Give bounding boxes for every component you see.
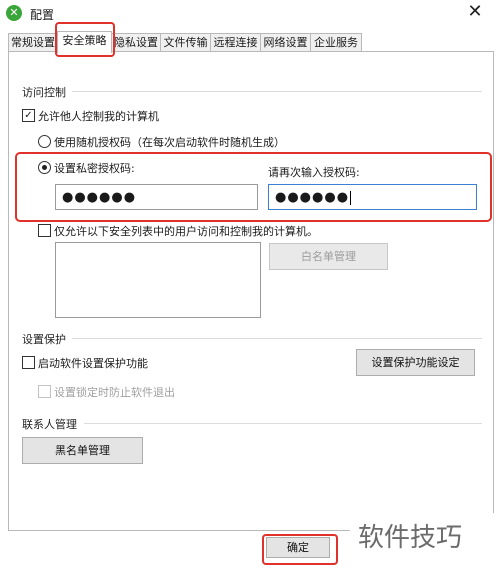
tab-highlight-box [55,22,115,57]
whitelist-only-label: 仅允许以下安全列表中的用户访问和控制我的计算机。 [54,225,318,238]
protection-enable-checkbox[interactable] [22,356,35,369]
contacts-title: 联系人管理 [22,418,77,431]
tab-remote-connection[interactable]: 远程连接 [210,33,261,52]
protection-enable-label: 启动软件设置保护功能 [38,357,148,370]
group-divider [84,423,482,424]
password-highlight-box [15,152,492,222]
group-divider [72,91,482,92]
allow-control-label: 允许他人控制我的计算机 [38,110,159,123]
tab-network[interactable]: 网络设置 [260,33,311,52]
whitelist-only-checkbox[interactable] [38,224,51,237]
blacklist-manage-button[interactable]: 黑名单管理 [22,437,143,464]
app-icon: ✕ [6,5,22,21]
window-title: 配置 [30,8,55,22]
access-control-title: 访问控制 [22,86,66,99]
ok-highlight-box [262,534,338,565]
tab-general[interactable]: 常规设置 [8,33,58,52]
tab-privacy[interactable]: 隐私设置 [111,33,161,52]
watermark-text: 软件技巧 [350,513,500,569]
random-code-radio[interactable] [38,135,51,148]
tab-enterprise[interactable]: 企业服务 [310,33,362,52]
protection-title: 设置保护 [22,333,66,346]
random-code-label: 使用随机授权码（在每次启动软件时随机生成） [54,136,285,149]
close-button[interactable]: ✕ [452,0,498,26]
lock-exit-label: 设置锁定时防止软件退出 [54,386,175,399]
group-divider [72,338,482,339]
whitelist-listbox[interactable] [55,242,261,318]
allow-control-checkbox[interactable]: ✓ [22,109,35,122]
tab-file-transfer[interactable]: 文件传输 [160,33,211,52]
whitelist-manage-button[interactable]: 白名单管理 [269,243,388,270]
protection-settings-button[interactable]: 设置保护功能设定 [356,349,475,376]
lock-exit-checkbox[interactable] [38,385,51,398]
